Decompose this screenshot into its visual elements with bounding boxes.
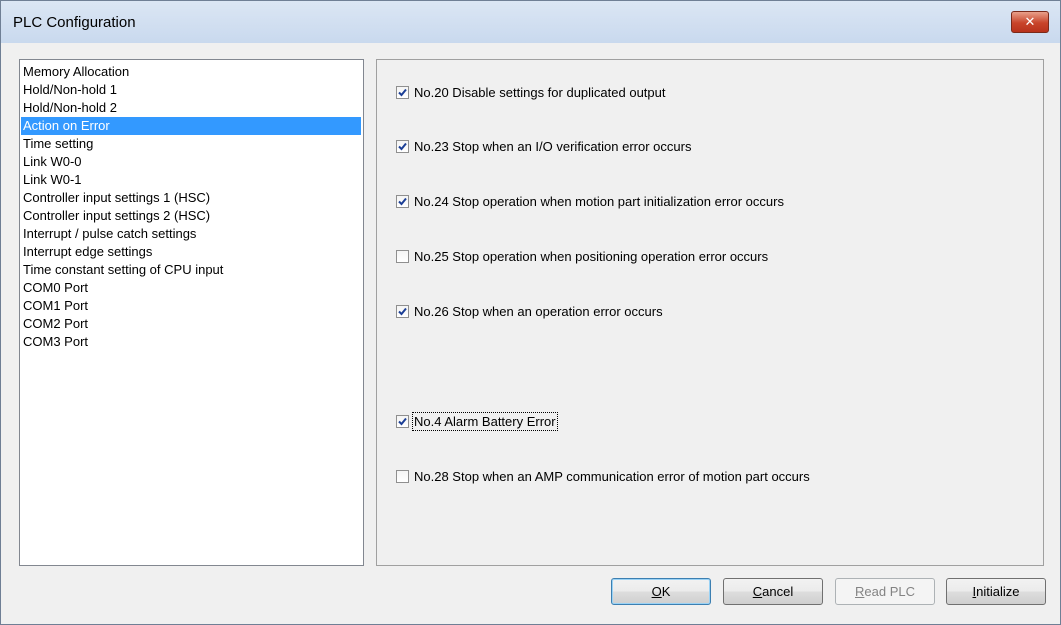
- sidebar-item[interactable]: Interrupt edge settings: [21, 243, 361, 261]
- checkmark-icon: [398, 417, 407, 425]
- sidebar-item[interactable]: Link W0-1: [21, 171, 361, 189]
- checkbox-label: No.4 Alarm Battery Error: [412, 411, 558, 431]
- read-plc-label-rest: ead PLC: [864, 584, 915, 599]
- sidebar-item[interactable]: Action on Error: [21, 117, 361, 135]
- sidebar-item[interactable]: Link W0-0: [21, 153, 361, 171]
- sidebar-item[interactable]: COM0 Port: [21, 279, 361, 297]
- checkmark-icon: [398, 142, 407, 150]
- sidebar-item[interactable]: COM2 Port: [21, 315, 361, 333]
- sidebar-item[interactable]: Time setting: [21, 135, 361, 153]
- checkbox-label: No.20 Disable settings for duplicated ou…: [414, 84, 666, 100]
- window-title: PLC Configuration: [13, 14, 136, 31]
- cancel-mnemonic: C: [752, 584, 763, 599]
- checkbox-label: No.24 Stop operation when motion part in…: [414, 193, 784, 209]
- error-option-checkbox[interactable]: No.4 Alarm Battery Error: [396, 411, 558, 431]
- checkbox-box[interactable]: [396, 194, 409, 208]
- initialize-button[interactable]: Initialize: [946, 578, 1046, 605]
- checkbox-box[interactable]: [396, 249, 409, 263]
- checkbox-box[interactable]: [396, 304, 409, 318]
- error-option-checkbox[interactable]: No.25 Stop operation when positioning op…: [396, 247, 769, 265]
- checkbox-label: No.23 Stop when an I/O verification erro…: [414, 138, 692, 154]
- sidebar-item[interactable]: Memory Allocation: [21, 63, 361, 81]
- action-on-error-panel: No.20 Disable settings for duplicated ou…: [376, 59, 1044, 566]
- error-option-checkbox[interactable]: No.28 Stop when an AMP communication err…: [396, 467, 811, 485]
- close-button[interactable]: ✕: [1011, 11, 1049, 33]
- cancel-label-rest: ancel: [762, 584, 794, 599]
- initialize-label-rest: nitialize: [976, 584, 1020, 599]
- ok-label-rest: K: [661, 584, 671, 599]
- sidebar-item[interactable]: Hold/Non-hold 1: [21, 81, 361, 99]
- checkmark-icon: [398, 307, 407, 315]
- checkmark-icon: [398, 197, 407, 205]
- error-option-checkbox[interactable]: No.23 Stop when an I/O verification erro…: [396, 137, 692, 155]
- checkbox-box[interactable]: [396, 139, 409, 153]
- plc-configuration-dialog: PLC Configuration ✕ Memory Allocation Hol…: [0, 0, 1061, 625]
- checkbox-box[interactable]: [396, 414, 409, 428]
- sidebar-item[interactable]: COM1 Port: [21, 297, 361, 315]
- checkbox-label: No.26 Stop when an operation error occur…: [414, 303, 663, 319]
- cancel-button[interactable]: Cancel: [723, 578, 823, 605]
- category-list[interactable]: Memory Allocation Hold/Non-hold 1 Hold/Non…: [19, 59, 364, 566]
- sidebar-item[interactable]: COM3 Port: [21, 333, 361, 351]
- error-option-checkbox[interactable]: No.20 Disable settings for duplicated ou…: [396, 83, 667, 101]
- sidebar-item[interactable]: Interrupt / pulse catch settings: [21, 225, 361, 243]
- sidebar-item[interactable]: Controller input settings 1 (HSC): [21, 189, 361, 207]
- sidebar-item[interactable]: Hold/Non-hold 2: [21, 99, 361, 117]
- ok-button[interactable]: OK: [611, 578, 711, 605]
- read-plc-button[interactable]: Read PLC: [835, 578, 935, 605]
- read-plc-mnemonic: R: [855, 584, 865, 599]
- sidebar-item[interactable]: Controller input settings 2 (HSC): [21, 207, 361, 225]
- checkbox-box[interactable]: [396, 85, 409, 99]
- checkbox-box[interactable]: [396, 469, 409, 483]
- sidebar-item[interactable]: Time constant setting of CPU input: [21, 261, 361, 279]
- close-icon: ✕: [1024, 14, 1036, 30]
- checkbox-label: No.25 Stop operation when positioning op…: [414, 248, 769, 264]
- checkmark-icon: [398, 88, 407, 96]
- error-option-checkbox[interactable]: No.26 Stop when an operation error occur…: [396, 302, 664, 320]
- title-bar[interactable]: PLC Configuration ✕: [1, 1, 1060, 43]
- ok-mnemonic: O: [651, 584, 662, 599]
- error-option-checkbox[interactable]: No.24 Stop operation when motion part in…: [396, 192, 785, 210]
- checkbox-label: No.28 Stop when an AMP communication err…: [414, 468, 810, 484]
